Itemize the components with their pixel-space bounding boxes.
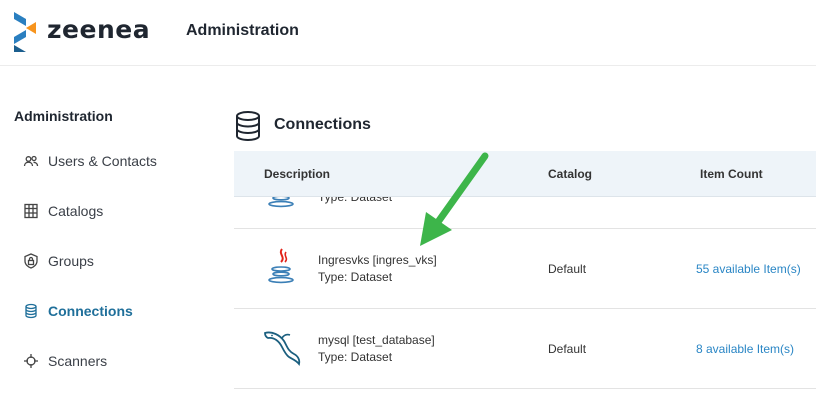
java-icon [268,248,294,284]
connection-type: Type: Dataset [318,197,393,204]
lock-icon [22,252,40,270]
sidebar-item-label: Scanners [48,353,108,369]
column-header-item-count[interactable]: Item Count [700,167,763,181]
sidebar-item-label: Users & Contacts [48,153,157,169]
table-row[interactable]: mysql [test_database] Type: Dataset Defa… [234,309,816,389]
sidebar-item-label: Connections [48,303,133,319]
java-icon [268,197,294,208]
catalog-icon [22,202,40,220]
page-title: Connections [274,116,371,133]
connection-type: Type: Dataset [318,350,393,364]
sidebar-item-catalogs[interactable]: Catalogs [22,199,103,223]
database-icon [22,302,40,320]
sidebar-item-scanners[interactable]: Scanners [22,349,107,373]
column-header-catalog[interactable]: Catalog [548,167,592,181]
connection-catalog: Default [548,342,587,356]
top-bar: zeenea Administration [0,0,816,66]
brand-name: zeenea [47,15,151,44]
table-row[interactable]: Type: Dataset [234,197,816,229]
sidebar-heading: Administration [14,108,113,124]
connection-type: Type: Dataset [318,270,393,284]
sidebar-item-users-contacts[interactable]: Users & Contacts [22,149,157,173]
table-header: Description Catalog Item Count [234,151,816,197]
table-row[interactable]: Ingresvks [ingres_vks] Type: Dataset Def… [234,229,816,309]
connection-name[interactable]: mysql [test_database] [318,333,435,347]
database-icon [236,111,260,142]
connection-name[interactable]: Ingresvks [ingres_vks] [318,253,437,267]
users-icon [22,152,40,170]
crosshair-icon [22,352,40,370]
sidebar-item-groups[interactable]: Groups [22,249,94,273]
page-header-title: Administration [186,22,299,39]
sidebar-item-label: Groups [48,253,94,269]
item-count-link[interactable]: 8 available Item(s) [696,342,794,356]
sidebar-item-connections[interactable]: Connections [22,299,133,323]
connection-catalog: Default [548,262,587,276]
mysql-icon [264,331,301,367]
column-header-description[interactable]: Description [264,167,330,181]
sidebar-item-label: Catalogs [48,203,104,219]
zeenea-logo-icon[interactable] [12,12,38,52]
item-count-link[interactable]: 55 available Item(s) [696,262,801,276]
